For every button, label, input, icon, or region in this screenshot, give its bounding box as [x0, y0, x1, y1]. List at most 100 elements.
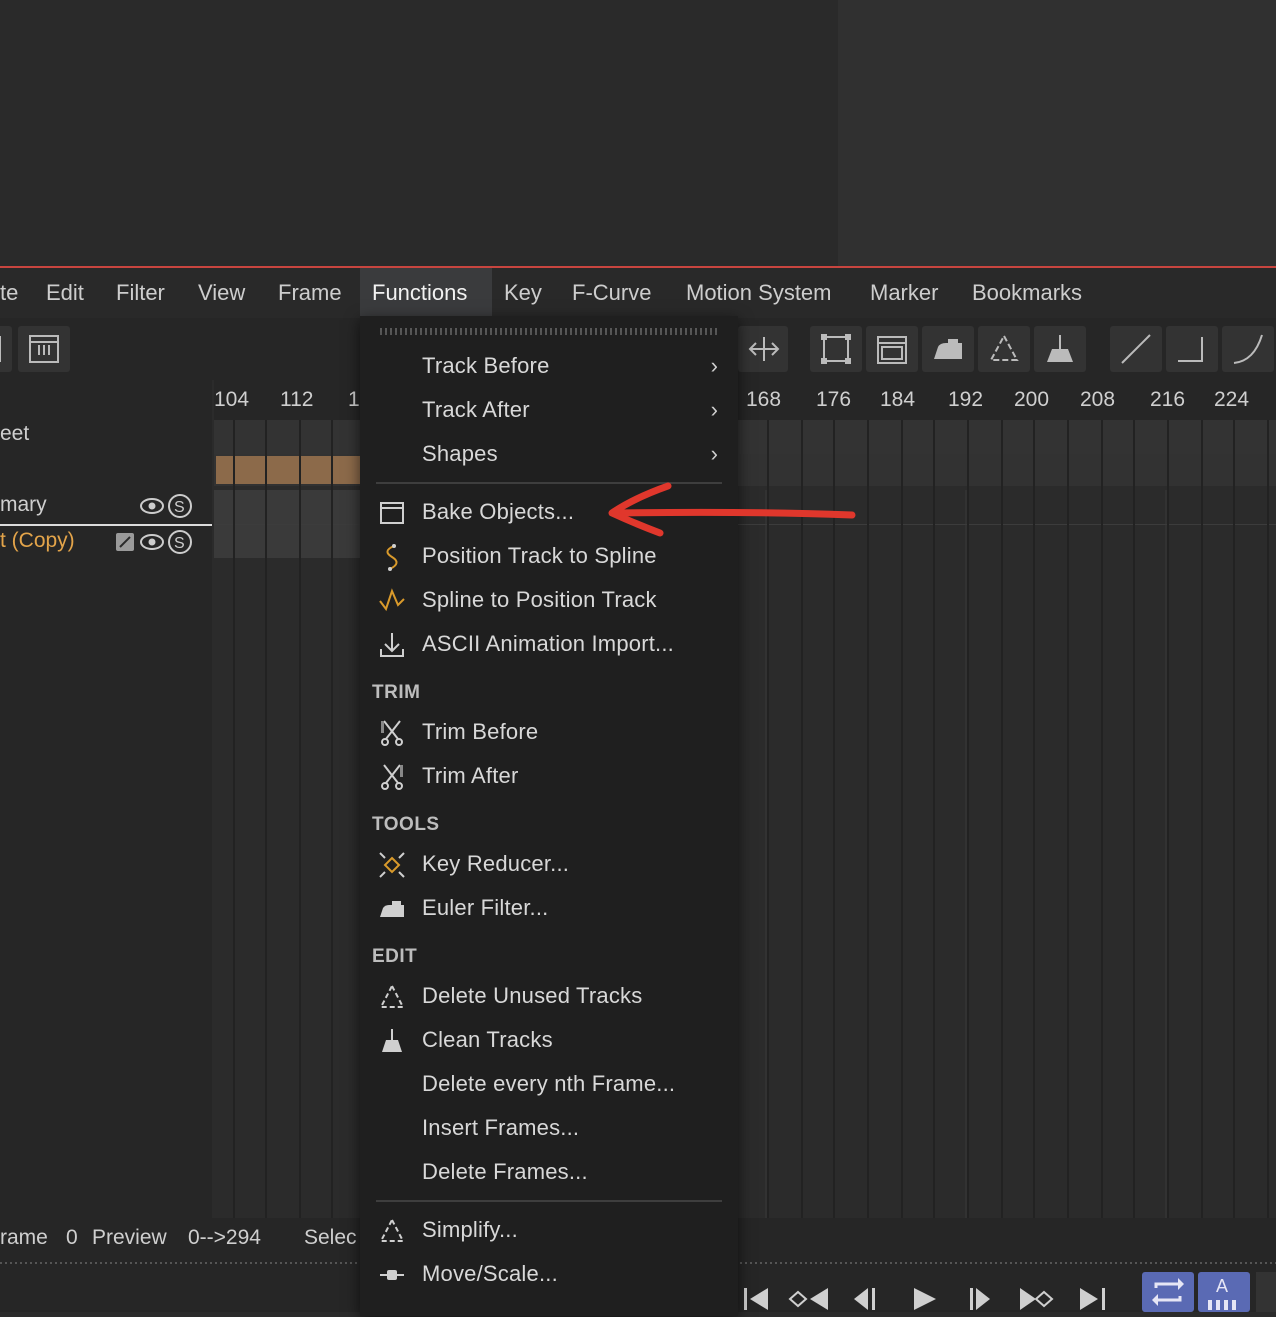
- ruler-label: 176: [816, 388, 852, 411]
- ruler-label: 112: [280, 388, 314, 411]
- object-row-summary[interactable]: mary S: [0, 488, 212, 524]
- recycle-icon[interactable]: [978, 326, 1030, 372]
- menu-filter[interactable]: Filter: [104, 268, 177, 318]
- menu-item-label: ASCII Animation Import...: [422, 631, 674, 656]
- menu-item-label: Delete every nth Frame...: [422, 1071, 676, 1096]
- ruler-label: 168: [746, 388, 782, 411]
- menu-separator: [376, 1200, 722, 1202]
- menu-item-label: Insert Frames...: [422, 1115, 580, 1140]
- menu-item-delete-frames[interactable]: Delete Frames...: [360, 1150, 738, 1194]
- status-select-label: Selec: [304, 1226, 357, 1249]
- menu-item-key-reducer[interactable]: Key Reducer...: [360, 842, 738, 886]
- broom-icon[interactable]: [1034, 326, 1086, 372]
- status-frame-value: 0: [66, 1226, 78, 1249]
- menu-item-label: Delete Frames...: [422, 1159, 588, 1184]
- menu-item-label: Bake Objects...: [422, 499, 575, 524]
- menu-item-label: Simplify...: [422, 1217, 518, 1242]
- menu-item-trim-before[interactable]: Trim Before: [360, 710, 738, 754]
- linear-interp-icon[interactable]: [1110, 326, 1162, 372]
- section-header-edit: EDIT: [372, 946, 418, 967]
- menu-item-label: Track After: [422, 397, 530, 422]
- menu-item-ascii-animation-import[interactable]: ASCII Animation Import...: [360, 622, 738, 666]
- menu-item-label: Clean Tracks: [422, 1027, 553, 1052]
- iron-icon[interactable]: [922, 326, 974, 372]
- menu-item-move-scale[interactable]: Move/Scale...: [360, 1252, 738, 1296]
- iron-icon: [380, 901, 404, 917]
- ruler-label: 208: [1080, 388, 1116, 411]
- svg-text:S: S: [174, 499, 185, 516]
- step-interp-icon[interactable]: [1166, 326, 1218, 372]
- visibility-solo-icon[interactable]: S: [138, 492, 194, 520]
- scissors-icon: [381, 720, 403, 746]
- chevron-right-icon: ›: [710, 441, 718, 466]
- status-preview-value: 0-->294: [188, 1226, 261, 1249]
- viewport-left[interactable]: [0, 0, 838, 266]
- menu-item-label: Track Before: [422, 353, 550, 378]
- menu-item-shapes[interactable]: Shapes ›: [360, 432, 738, 476]
- menu-functions[interactable]: Functions: [360, 268, 492, 318]
- scissors-icon: [381, 764, 403, 790]
- menu-item-clean-tracks[interactable]: Clean Tracks: [360, 1018, 738, 1062]
- menu-item-label: Trim Before: [422, 719, 539, 744]
- object-row-label: mary: [0, 493, 47, 516]
- timeline-menubar: te Edit Filter View Frame Functions Key …: [0, 268, 1276, 318]
- bake-icon: [380, 502, 404, 524]
- status-preview-label: Preview: [92, 1226, 167, 1249]
- autokey-icon[interactable]: A: [1198, 1272, 1250, 1312]
- menu-item-spline-to-position-track[interactable]: Spline to Position Track: [360, 578, 738, 622]
- chevron-right-icon: ›: [710, 397, 718, 422]
- functions-dropdown-menu: Track Before › Track After › Shapes › Ba…: [360, 316, 738, 1316]
- summary-view-icon[interactable]: [18, 326, 70, 372]
- ruler-label: 1: [348, 388, 360, 411]
- menu-item-label: Shapes: [422, 441, 498, 466]
- frame-all-icon[interactable]: [810, 326, 862, 372]
- object-row-copy[interactable]: t (Copy) S: [0, 524, 212, 560]
- menu-edit[interactable]: Edit: [34, 268, 96, 318]
- move-horizontal-icon[interactable]: [738, 326, 788, 372]
- object-row-sheet[interactable]: eet: [0, 422, 29, 446]
- menu-item-label: Key Reducer...: [422, 851, 570, 876]
- edit-visibility-solo-icon[interactable]: S: [114, 528, 196, 556]
- spline-interp-icon[interactable]: [1222, 326, 1274, 372]
- menu-item-track-before[interactable]: Track Before ›: [360, 344, 738, 388]
- move-scale-icon: [380, 1270, 404, 1280]
- menu-key[interactable]: Key: [492, 268, 554, 318]
- menu-item-simplify[interactable]: Simplify...: [360, 1208, 738, 1252]
- menu-item-insert-frames[interactable]: Insert Frames...: [360, 1106, 738, 1150]
- broom-icon: [382, 1029, 402, 1052]
- bake-icon[interactable]: [866, 326, 918, 372]
- loop-icon[interactable]: [1142, 1272, 1194, 1312]
- tear-off-handle-dots: [380, 332, 720, 335]
- annotation-arrow-icon: [608, 482, 856, 537]
- viewport-right[interactable]: [838, 0, 1276, 266]
- ruler-label: 192: [948, 388, 984, 411]
- menu-item-delete-unused-tracks[interactable]: Delete Unused Tracks: [360, 974, 738, 1018]
- menu-view[interactable]: View: [186, 268, 257, 318]
- audio-icon[interactable]: [1256, 1272, 1276, 1312]
- menu-motion-system[interactable]: Motion System: [674, 268, 844, 318]
- menu-item-delete-every-nth-frame[interactable]: Delete every nth Frame...: [360, 1062, 738, 1106]
- menu-marker[interactable]: Marker: [858, 268, 950, 318]
- menu-bookmarks[interactable]: Bookmarks: [960, 268, 1094, 318]
- transport-controls[interactable]: [738, 1276, 1118, 1312]
- menu-item-trim-after[interactable]: Trim After: [360, 754, 738, 798]
- section-header-trim: TRIM: [372, 682, 421, 703]
- menu-item-track-after[interactable]: Track After ›: [360, 388, 738, 432]
- menu-item-label: Spline to Position Track: [422, 587, 657, 612]
- menu-item-label: Delete Unused Tracks: [422, 983, 643, 1008]
- object-row-label: t (Copy): [0, 529, 75, 552]
- object-list-panel: eet mary S t (Copy) S: [0, 380, 212, 1218]
- ruler-label: 104: [214, 388, 250, 411]
- status-frame-label: rame: [0, 1226, 48, 1249]
- recycle-icon: [379, 983, 405, 1008]
- menu-item-label: Position Track to Spline: [422, 543, 657, 568]
- menu-te[interactable]: te: [0, 268, 30, 318]
- toolbar-button-partial[interactable]: [0, 326, 12, 372]
- menu-item-euler-filter[interactable]: Euler Filter...: [360, 886, 738, 930]
- import-icon: [380, 633, 404, 657]
- ruler-label: 184: [880, 388, 916, 411]
- menu-frame[interactable]: Frame: [266, 268, 354, 318]
- recycle-icon: [379, 1217, 405, 1242]
- svg-text:A: A: [1216, 1276, 1228, 1296]
- menu-fcurve[interactable]: F-Curve: [560, 268, 663, 318]
